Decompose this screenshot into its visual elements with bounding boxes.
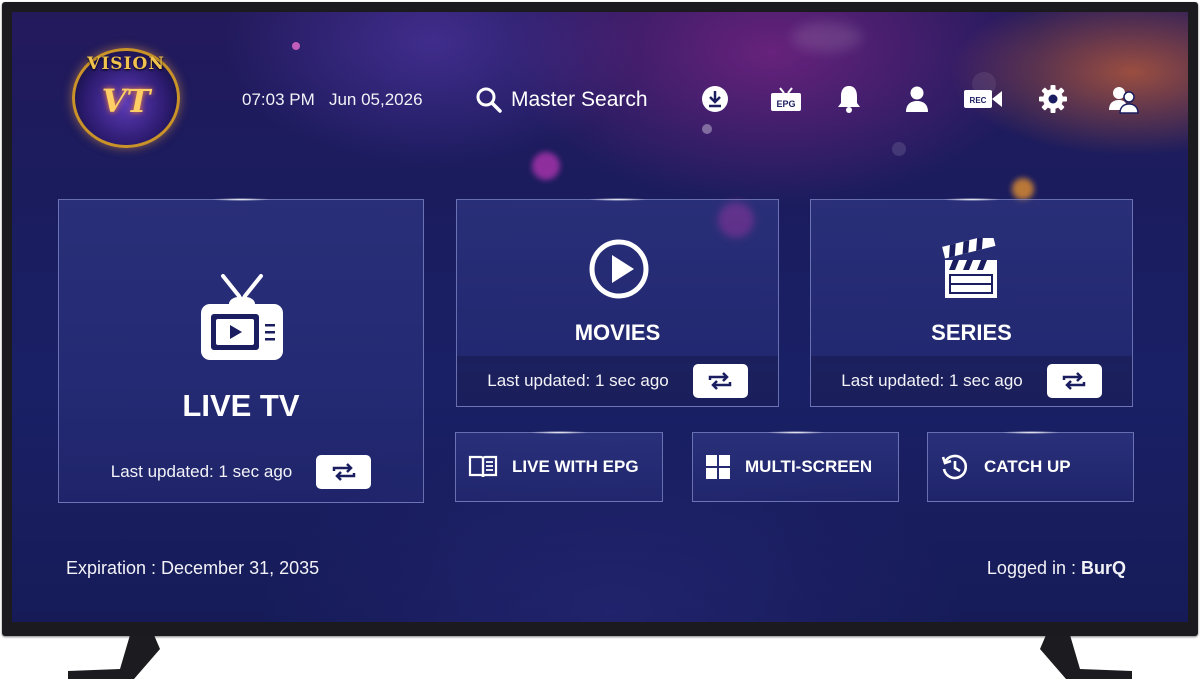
expiration-text: Expiration : December 31, 2035 xyxy=(66,558,320,578)
epg-button[interactable]: EPG xyxy=(766,82,806,116)
catch-up-tile[interactable]: CATCH UP xyxy=(927,431,1134,502)
tv-stand-right xyxy=(1012,635,1132,683)
live-tv-title: LIVE TV xyxy=(182,388,300,423)
download-icon xyxy=(702,86,728,112)
multi-screen-tile[interactable]: MULTI-SCREEN xyxy=(692,431,899,502)
logged-in-text: Logged in : BurQ xyxy=(987,558,1126,579)
multi-screen-label: MULTI-SCREEN xyxy=(745,457,873,476)
refresh-icon xyxy=(708,372,732,390)
live-with-epg-label: LIVE WITH EPG xyxy=(512,457,639,476)
download-button[interactable] xyxy=(698,82,732,116)
search-icon xyxy=(476,87,502,113)
series-updated: Last updated: 1 sec ago xyxy=(841,371,1023,390)
clock-date: Jun 05,2026 xyxy=(328,90,423,109)
tile-glow xyxy=(1000,431,1061,434)
app-logo: VISION VT xyxy=(72,48,180,148)
tv-screen: VISION VT 07:03 PM Jun 05,2026 Master Se… xyxy=(12,12,1188,622)
history-icon xyxy=(941,454,968,480)
clapperboard-icon xyxy=(942,238,997,298)
logged-in-label: Logged in : xyxy=(986,558,1081,578)
live-tv-refresh-button[interactable] xyxy=(316,455,372,489)
movies-title: MOVIES xyxy=(574,320,661,345)
master-search-button[interactable]: Master Search xyxy=(475,82,648,118)
profile-button[interactable] xyxy=(900,82,934,116)
logo-monogram: VT xyxy=(101,82,151,120)
clock-time: 07:03 PM xyxy=(242,90,315,109)
recordings-button[interactable]: REC xyxy=(962,82,1004,116)
movies-tile[interactable]: MOVIES Last updated: 1 sec ago xyxy=(456,198,779,407)
username: BurQ xyxy=(1081,558,1126,578)
live-tv-footer: Last updated: 1 sec ago xyxy=(59,442,423,502)
book-icon xyxy=(468,455,498,478)
series-title: SERIES xyxy=(931,320,1012,345)
tile-glow xyxy=(941,198,1002,201)
refresh-icon xyxy=(332,463,355,481)
movies-refresh-button[interactable] xyxy=(692,364,748,398)
series-refresh-button[interactable] xyxy=(1046,364,1102,398)
epg-icon: EPG xyxy=(771,87,801,111)
live-with-epg-tile[interactable]: LIVE WITH EPG xyxy=(455,431,663,502)
live-tv-tile[interactable]: LIVE TV Last updated: 1 sec ago xyxy=(58,198,424,503)
grid-icon xyxy=(706,455,730,479)
date-time: 07:03 PM Jun 05,2026 xyxy=(242,90,423,110)
play-icon xyxy=(589,239,649,299)
refresh-icon xyxy=(1062,372,1086,390)
movies-updated: Last updated: 1 sec ago xyxy=(487,371,669,390)
series-tile[interactable]: SERIES Last updated: 1 sec ago xyxy=(810,198,1133,407)
profile-icon xyxy=(906,86,928,112)
series-footer: Last updated: 1 sec ago xyxy=(811,356,1132,406)
live-tv-updated: Last updated: 1 sec ago xyxy=(110,462,293,481)
tile-glow xyxy=(211,198,271,201)
switch-user-icon xyxy=(1109,87,1139,114)
movies-footer: Last updated: 1 sec ago xyxy=(457,356,778,406)
tile-glow xyxy=(587,198,648,201)
gear-icon xyxy=(1039,85,1067,113)
logo-word: VISION xyxy=(87,54,165,74)
tile-glow xyxy=(765,431,826,434)
tv-stand-left xyxy=(68,635,188,683)
tile-glow xyxy=(529,431,589,434)
bell-icon xyxy=(838,86,860,113)
epg-icon-text: EPG xyxy=(776,99,795,109)
tv-icon xyxy=(201,274,283,360)
rec-icon: REC xyxy=(964,90,1002,108)
notifications-button[interactable] xyxy=(832,82,866,116)
settings-button[interactable] xyxy=(1036,82,1070,116)
rec-icon-text: REC xyxy=(970,96,987,105)
switch-user-button[interactable] xyxy=(1106,82,1140,116)
catch-up-label: CATCH UP xyxy=(984,457,1071,476)
master-search-label: Master Search xyxy=(511,88,648,111)
